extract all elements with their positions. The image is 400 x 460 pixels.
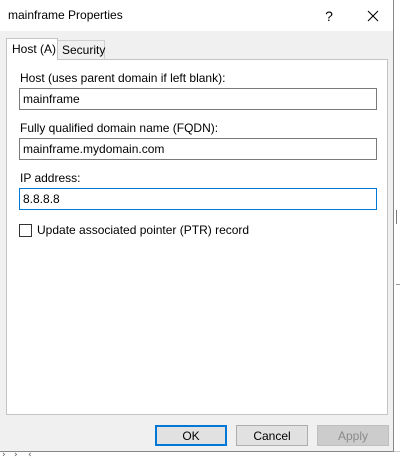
ptr-checkbox-label[interactable]: Update associated pointer (PTR) record [37, 223, 249, 237]
ok-button[interactable]: OK [155, 425, 227, 446]
ip-address-input[interactable] [19, 188, 377, 210]
cancel-button[interactable]: Cancel [236, 425, 308, 446]
tab-panel-host [6, 59, 388, 415]
help-icon: ? [325, 7, 333, 24]
window-title: mainframe Properties [8, 8, 123, 22]
close-button[interactable] [353, 0, 393, 31]
ptr-checkbox-row[interactable]: Update associated pointer (PTR) record [19, 223, 249, 237]
fqdn-label: Fully qualified domain name (FQDN): [20, 121, 219, 135]
ptr-checkbox[interactable] [19, 223, 32, 237]
title-bar[interactable]: mainframe Properties ? [0, 0, 393, 31]
background-scrollbar-strip: › › ‹ [0, 451, 400, 460]
chevron-right-icon: › [14, 450, 18, 460]
background-text-cursor [396, 210, 397, 224]
close-icon [367, 10, 379, 21]
tab-host-a[interactable]: Host (A) [6, 38, 58, 60]
chevron-right-icon: › [2, 450, 6, 460]
background-divider [396, 284, 400, 285]
host-input[interactable] [19, 88, 377, 110]
host-label: Host (uses parent domain if left blank): [20, 71, 226, 85]
help-button[interactable]: ? [309, 0, 349, 31]
background-window-edge [393, 0, 400, 460]
tab-security[interactable]: Security [58, 40, 105, 60]
ip-address-label: IP address: [20, 171, 81, 185]
apply-button[interactable]: Apply [317, 425, 389, 446]
properties-dialog: mainframe Properties ? Host (A) Security… [0, 0, 394, 452]
fqdn-input[interactable] [19, 138, 377, 160]
chevron-left-icon: ‹ [28, 450, 32, 460]
